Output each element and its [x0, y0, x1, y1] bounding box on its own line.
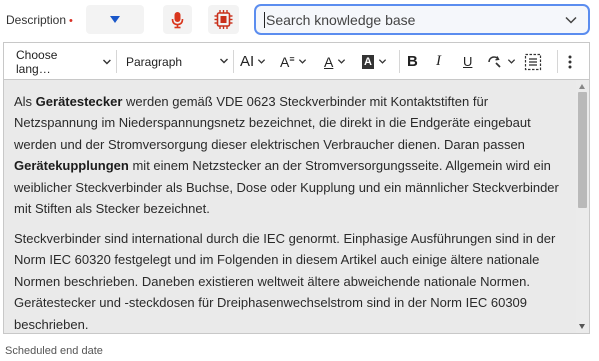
- italic-button[interactable]: I: [436, 43, 450, 80]
- chevron-down-icon: [378, 59, 387, 64]
- highlight-color-button[interactable]: A: [362, 43, 394, 80]
- font-size-button[interactable]: AI: [240, 43, 272, 80]
- font-size-icon: AI: [240, 53, 255, 70]
- select-all-button[interactable]: [524, 43, 544, 80]
- editor-content-area[interactable]: Als Gerätestecker werden gemäß VDE 0623 …: [4, 80, 589, 333]
- paragraph-style-select[interactable]: Paragraph: [126, 43, 232, 80]
- toolbar-divider: [399, 50, 400, 73]
- ai-chip-button[interactable]: [208, 5, 239, 34]
- chevron-down-icon[interactable]: [564, 13, 578, 27]
- knowledge-search-combobox[interactable]: [254, 4, 590, 35]
- bold-term: Gerätestecker: [35, 94, 123, 109]
- microphone-button[interactable]: [163, 5, 192, 34]
- triangle-down-icon: [110, 16, 120, 23]
- editor-toolbar: Choose lang… Paragraph AI A ≡ A A B I U: [4, 43, 589, 80]
- scroll-down-arrow-icon[interactable]: [579, 324, 585, 329]
- description-row: Description •: [0, 0, 599, 40]
- description-label: Description •: [6, 13, 73, 27]
- microphone-icon: [171, 12, 184, 29]
- required-marker: •: [69, 15, 73, 27]
- editor-scrollbar[interactable]: [576, 80, 589, 333]
- underline-icon: U: [463, 54, 473, 69]
- toolbar-divider: [557, 50, 558, 73]
- find-replace-icon: [488, 55, 501, 68]
- description-type-select[interactable]: [86, 5, 144, 34]
- more-options-button[interactable]: [567, 43, 579, 80]
- rich-text-editor: Choose lang… Paragraph AI A ≡ A A B I U …: [3, 42, 590, 334]
- toolbar-divider: [233, 50, 234, 73]
- underline-button[interactable]: U: [463, 43, 477, 80]
- bold-icon: B: [407, 53, 418, 70]
- font-style-button[interactable]: A ≡: [280, 43, 312, 80]
- scrollbar-thumb[interactable]: [578, 92, 587, 208]
- toolbar-divider: [116, 50, 117, 73]
- chevron-down-icon: [507, 59, 516, 64]
- font-color-button[interactable]: A: [324, 43, 354, 80]
- highlight-icon: A: [362, 54, 374, 69]
- chevron-down-icon: [258, 59, 266, 64]
- chevron-down-icon: [103, 59, 112, 64]
- font-color-icon: A: [324, 53, 334, 70]
- scheduled-end-date-label: Scheduled end date: [5, 345, 103, 357]
- font-style-icon: A: [280, 53, 290, 70]
- chip-icon: [214, 10, 233, 29]
- paragraph-text: Als: [14, 94, 36, 109]
- knowledge-search-input[interactable]: [266, 10, 556, 30]
- content-paragraph-2: Steckverbinder sind international durch …: [14, 231, 556, 332]
- italic-icon: I: [436, 53, 441, 69]
- select-all-icon: [524, 53, 542, 70]
- content-paragraph-1: Als Gerätestecker werden gemäß VDE 0623 …: [14, 91, 564, 219]
- find-replace-button[interactable]: [486, 43, 520, 80]
- chevron-down-icon: [220, 58, 228, 64]
- description-label-text: Description: [6, 13, 67, 27]
- bold-button[interactable]: B: [407, 43, 421, 80]
- bold-term: Gerätekupplungen: [14, 158, 129, 174]
- paragraph-style-label: Paragraph: [126, 54, 183, 69]
- language-select-label: Choose lang…: [16, 47, 58, 76]
- chevron-down-icon: [338, 59, 346, 64]
- scroll-up-arrow-icon[interactable]: [579, 84, 585, 89]
- more-vertical-icon: [568, 55, 572, 68]
- chevron-down-icon: [298, 59, 306, 64]
- language-select[interactable]: Choose lang…: [16, 43, 112, 80]
- text-caret: [264, 12, 265, 28]
